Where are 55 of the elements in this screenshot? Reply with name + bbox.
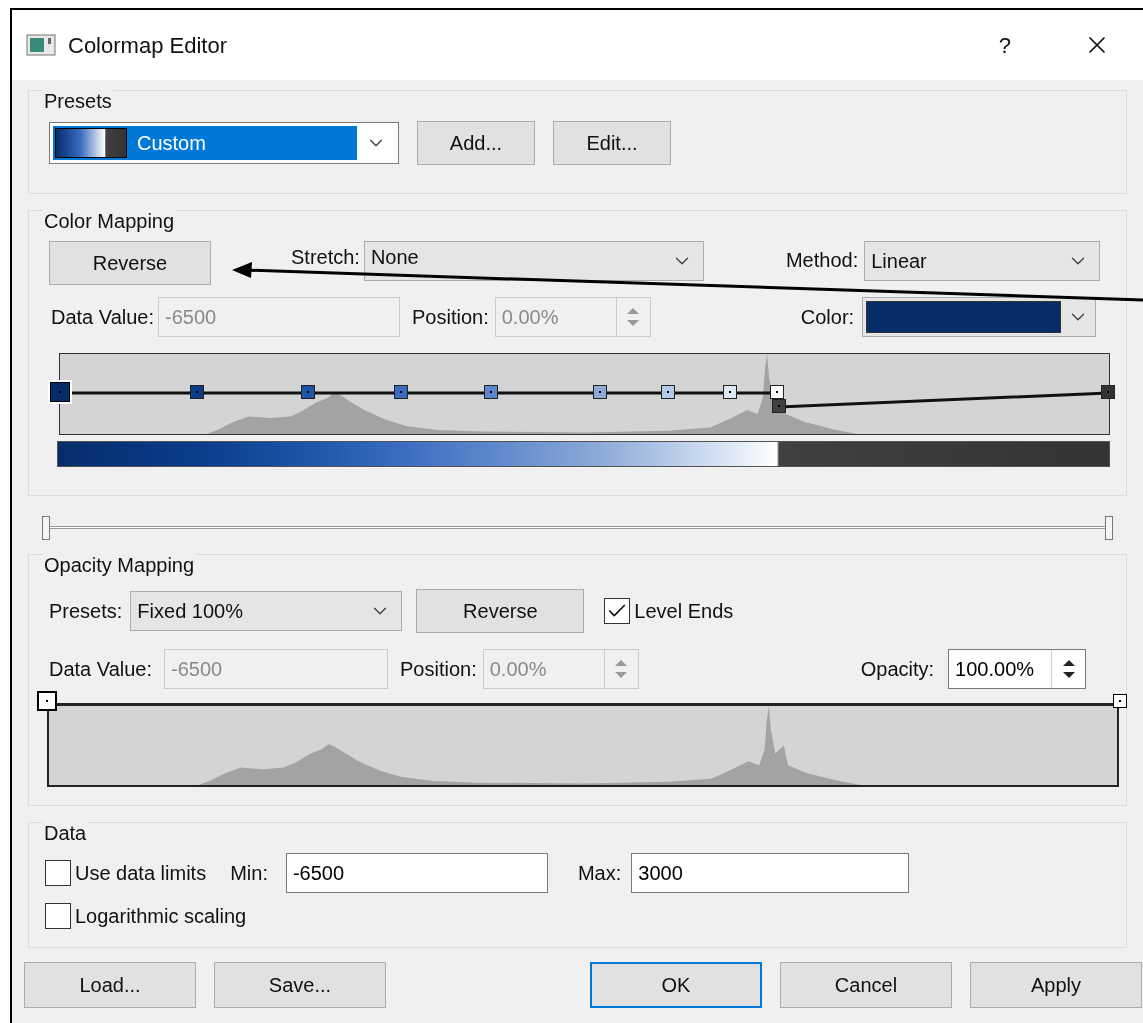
button[interactable]: Add... — [417, 121, 535, 165]
color-stop-handle[interactable] — [661, 385, 676, 399]
stretch-dropdown[interactable]: None — [363, 241, 704, 281]
window-title: Colormap Editor — [68, 31, 227, 60]
color-stop-handle[interactable] — [50, 382, 70, 402]
color-stop-handle[interactable] — [723, 385, 738, 399]
button[interactable]: Save... — [214, 962, 386, 1008]
group-label: Opacity Mapping — [43, 553, 196, 575]
button[interactable]: Reverse — [416, 589, 585, 633]
preset-value: Custom — [137, 131, 206, 156]
checkbox[interactable] — [45, 860, 71, 886]
field-label: Color: — [800, 305, 855, 330]
method-dropdown[interactable]: Linear — [864, 241, 1101, 281]
field-label: Method: — [785, 250, 859, 270]
help-button[interactable]: ? — [998, 28, 1011, 62]
opacity-handle[interactable] — [37, 691, 57, 711]
slider-handle[interactable] — [42, 516, 50, 540]
field-label: Stretch: — [291, 247, 360, 267]
min-field[interactable]: -6500 — [285, 853, 548, 893]
presets-dropdown[interactable]: Custom — [49, 122, 399, 164]
gradient-swatch — [55, 128, 127, 158]
button[interactable]: Load... — [24, 962, 196, 1008]
field-label: Max: — [577, 861, 622, 886]
button[interactable]: Reverse — [49, 241, 211, 285]
checkbox-label: Use data limits — [75, 861, 207, 886]
color-stop-handle[interactable] — [484, 385, 499, 399]
button[interactable]: Edit... — [553, 121, 671, 165]
color-stop-handle[interactable] — [1101, 385, 1115, 399]
field-label: Data Value: — [51, 305, 155, 330]
checkbox[interactable] — [604, 598, 631, 624]
field-label: Data Value: — [49, 657, 153, 682]
opacity-presets-dropdown[interactable]: Fixed 100% — [130, 591, 403, 631]
field-label: Position: — [400, 657, 477, 682]
field-label: Opacity: — [860, 657, 935, 682]
app-icon — [26, 33, 56, 57]
button[interactable]: Apply — [970, 962, 1142, 1008]
opacity-field[interactable]: 100.00% — [948, 649, 1087, 689]
checkbox[interactable] — [45, 903, 71, 929]
field-label: Presets: — [49, 599, 123, 624]
group-label: Data — [43, 821, 88, 843]
color-stop-handle[interactable] — [593, 385, 608, 399]
field-label: Position: — [412, 305, 489, 330]
checkbox-label: Level Ends — [634, 599, 734, 624]
button[interactable]: Cancel — [780, 962, 952, 1008]
slider-handle[interactable] — [1105, 516, 1113, 540]
group-label: Color Mapping — [43, 209, 176, 231]
button[interactable]: OK — [590, 962, 762, 1008]
field-label: Min: — [230, 861, 268, 886]
color-dropdown[interactable] — [862, 297, 1097, 337]
range-slider[interactable] — [42, 516, 1113, 540]
color-stop-handle[interactable] — [190, 385, 205, 399]
checkbox-label: Logarithmic scaling — [75, 904, 247, 929]
max-field[interactable]: 3000 — [631, 853, 910, 893]
opacity-handle[interactable] — [1113, 694, 1127, 708]
group-label: Presets — [43, 89, 113, 111]
